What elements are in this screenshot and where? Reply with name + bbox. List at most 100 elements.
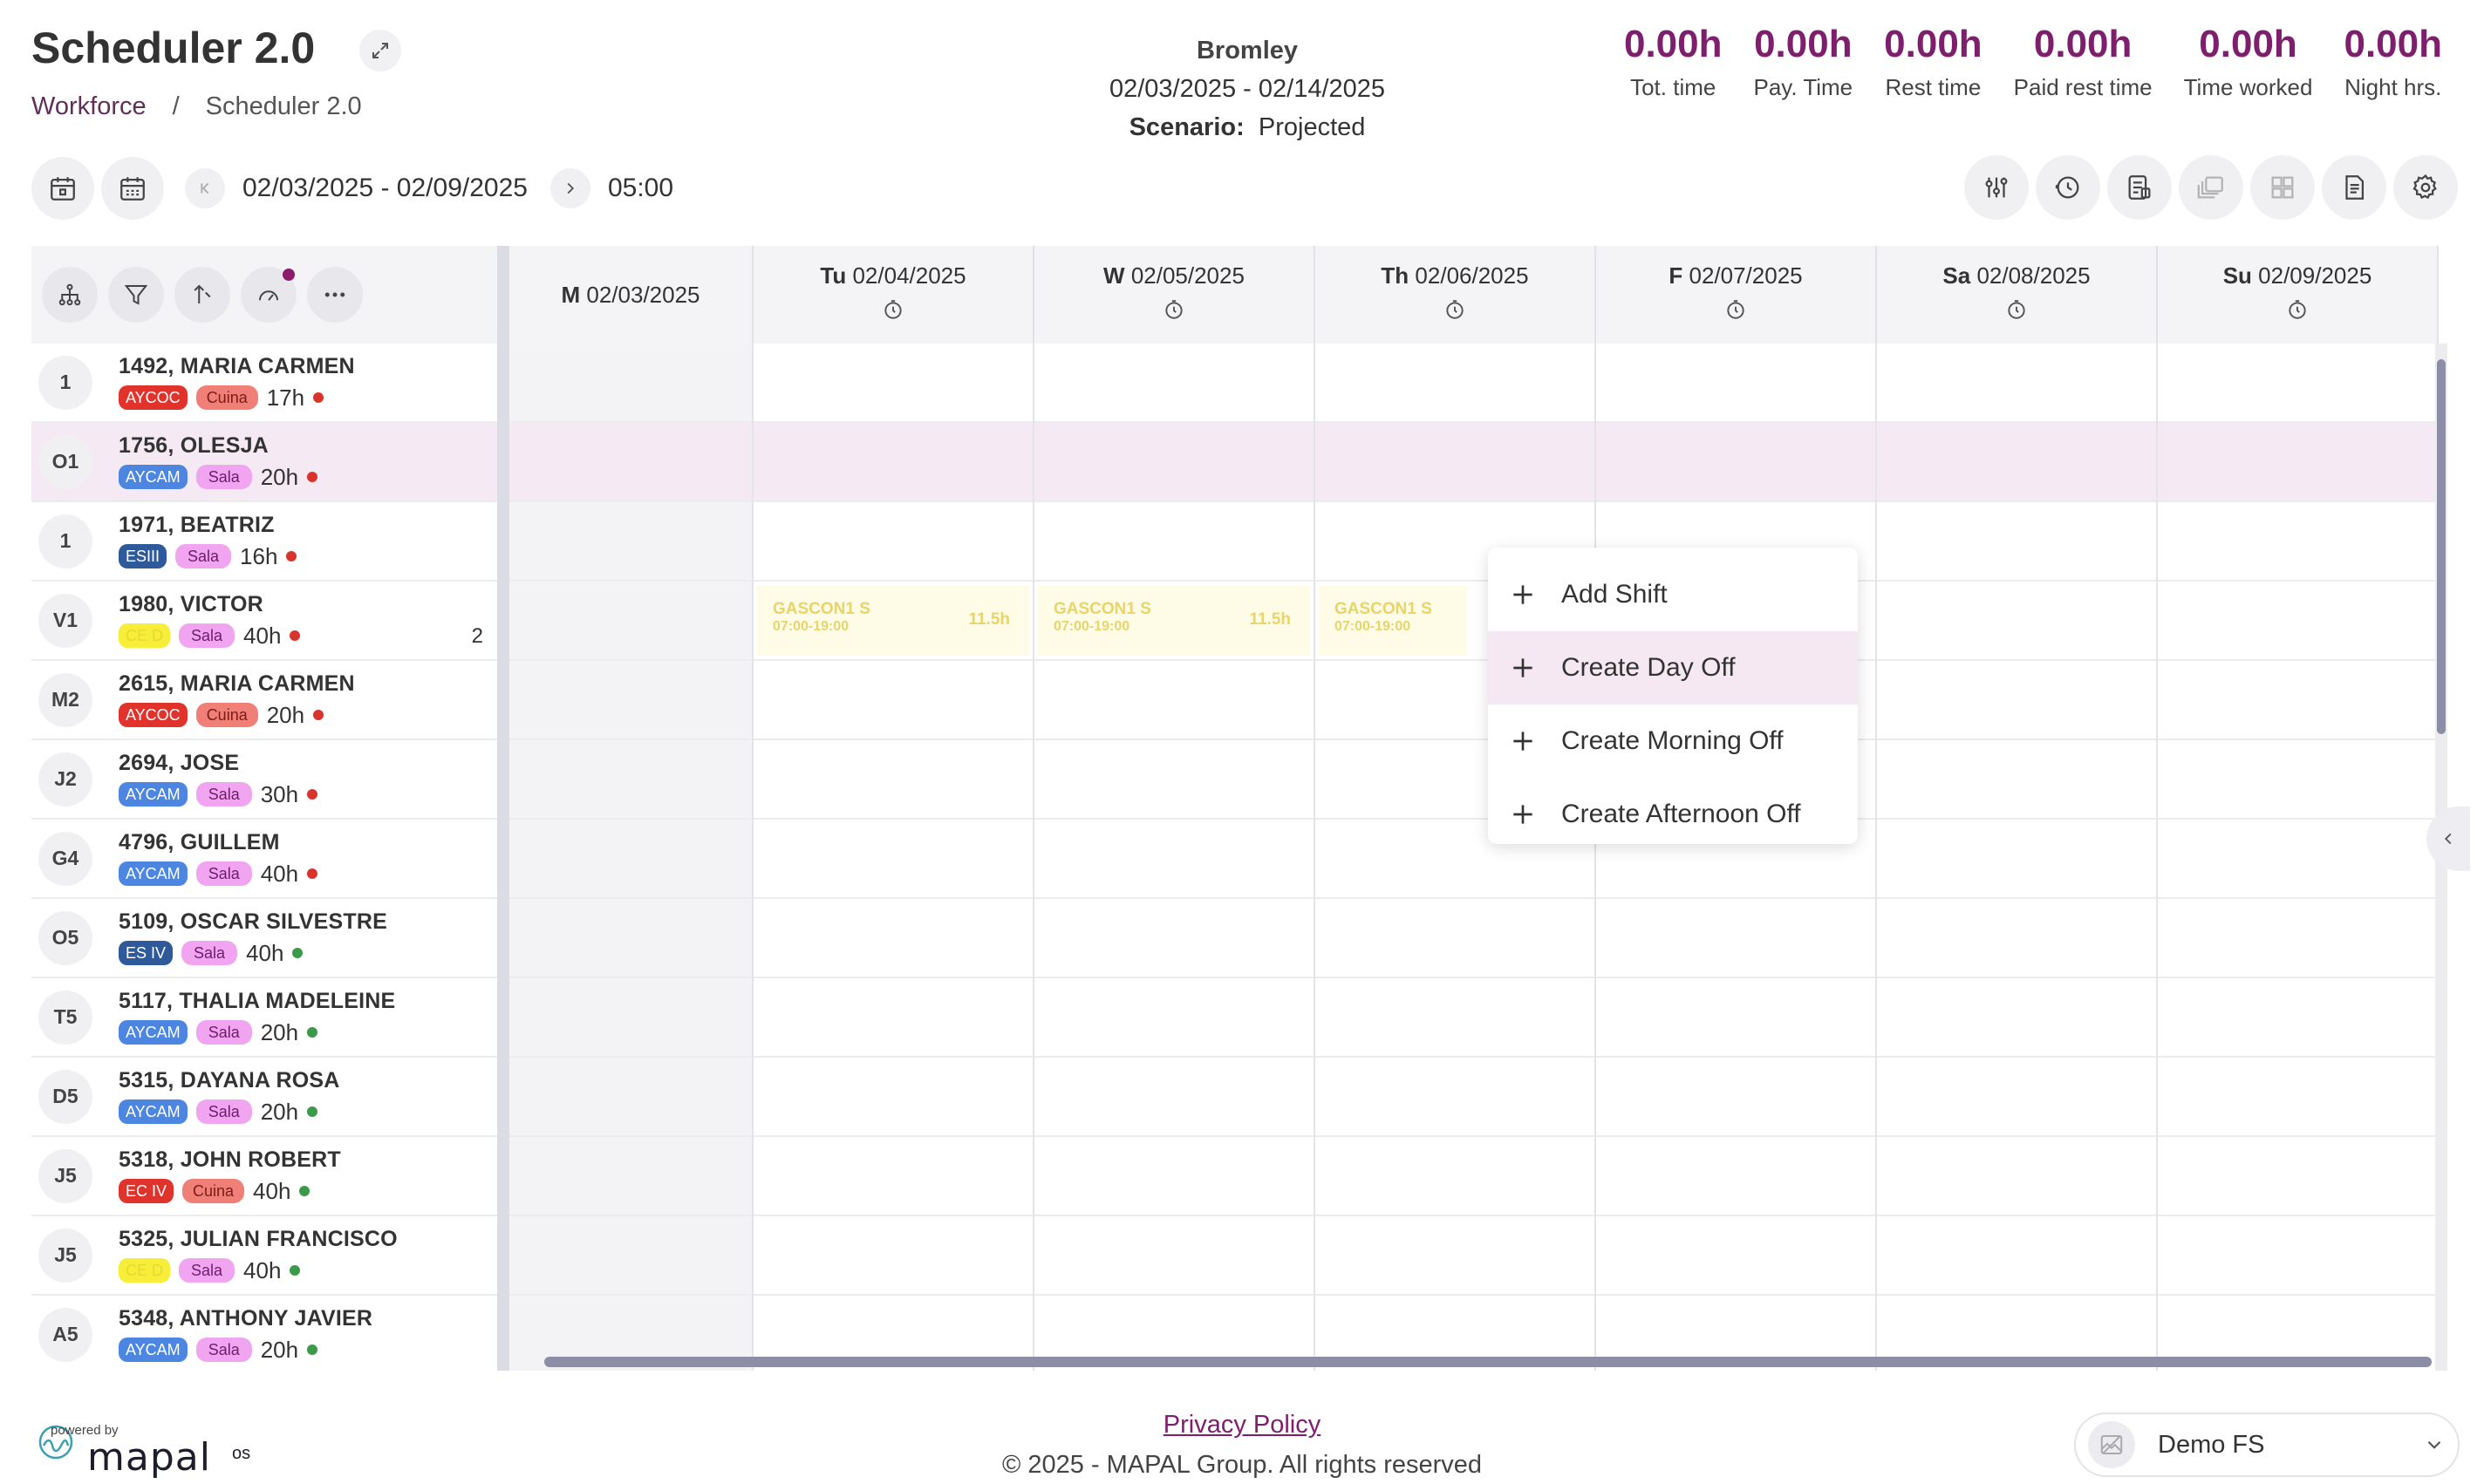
- next-week-button[interactable]: [549, 168, 590, 208]
- menu-create-afternoon-off[interactable]: Create Afternoon Off: [1488, 778, 1858, 851]
- stat-value: 0.00h: [1623, 23, 1723, 65]
- schedule-row[interactable]: [509, 661, 2439, 740]
- employee-tags: AYCOC Cuina 17h: [119, 385, 355, 412]
- performance-button[interactable]: [241, 267, 297, 323]
- schedule-row[interactable]: [509, 1058, 2439, 1137]
- status-dot: [307, 1106, 318, 1117]
- schedule-row[interactable]: [509, 899, 2439, 978]
- stat-value: 0.00h: [1754, 23, 1853, 65]
- shift-duration: 11.5h: [1249, 610, 1291, 629]
- stat-rest-time: 0.00h Rest time: [1868, 19, 1998, 105]
- employee-row[interactable]: J5 5318, JOHN ROBERT EC IV Cuina 40h: [31, 1137, 497, 1216]
- calendar-day-icon: [51, 177, 75, 201]
- employee-row[interactable]: 1 1971, BEATRIZ ESIII Sala 16h: [31, 502, 497, 582]
- company-selector[interactable]: Demo FS: [2074, 1413, 2460, 1477]
- timer-icon[interactable]: [1163, 298, 1185, 327]
- vertical-scroll-thumb[interactable]: [2437, 359, 2446, 734]
- timer-icon[interactable]: [2005, 298, 2028, 327]
- schedule-row[interactable]: [509, 820, 2439, 899]
- image-placeholder-icon: [2100, 1435, 2123, 1454]
- timer-icon[interactable]: [1724, 298, 1747, 327]
- plus-icon: [1513, 585, 1532, 604]
- day-header-th[interactable]: Th 02/06/2025: [1315, 246, 1596, 344]
- employee-row[interactable]: 1 1492, MARIA CARMEN AYCOC Cuina 17h: [31, 344, 497, 423]
- day-view-button[interactable]: [31, 157, 94, 220]
- schedule-row[interactable]: [509, 344, 2439, 423]
- employee-row[interactable]: J5 5325, JULIAN FRANCISCO CE D Sala 40h: [31, 1216, 497, 1296]
- shift-block[interactable]: GASCON1 S 07:00-19:00: [1319, 586, 1467, 656]
- panel-divider[interactable]: [497, 246, 509, 1371]
- contract-hours: 40h: [253, 1177, 291, 1204]
- filter-button[interactable]: [108, 267, 164, 323]
- stat-label: Pay. Time: [1753, 74, 1853, 100]
- menu-add-shift[interactable]: Add Shift: [1488, 558, 1858, 631]
- menu-create-morning-off[interactable]: Create Morning Off: [1488, 705, 1858, 778]
- day-header-f[interactable]: F 02/07/2025: [1596, 246, 1877, 344]
- avatar: O1: [38, 434, 92, 489]
- week-view-button[interactable]: [101, 157, 164, 220]
- timer-icon[interactable]: [2286, 298, 2309, 327]
- breadcrumb-workforce[interactable]: Workforce: [31, 92, 147, 121]
- day-header-tu[interactable]: Tu 02/04/2025: [754, 246, 1034, 344]
- employee-row[interactable]: O1 1756, OLESJA AYCAM Sala 20h: [31, 423, 497, 502]
- day-header-sa[interactable]: Sa 02/08/2025: [1877, 246, 2158, 344]
- menu-create-day-off[interactable]: Create Day Off: [1488, 631, 1858, 705]
- employee-name: 5109, OSCAR SILVESTRE: [119, 909, 387, 934]
- schedule-row[interactable]: [509, 502, 2439, 582]
- settings-button[interactable]: [2393, 155, 2458, 220]
- day-header-label: Su 02/09/2025: [2223, 262, 2372, 289]
- role-badge: CE D: [119, 1258, 171, 1283]
- employee-tags: AYCAM Sala 20h: [119, 1099, 340, 1126]
- week-range[interactable]: 02/03/2025 - 02/09/2025: [242, 174, 528, 203]
- shift-block[interactable]: GASCON1 S 07:00-19:00 11.5h: [1038, 586, 1310, 656]
- employee-row[interactable]: D5 5315, DAYANA ROSA AYCAM Sala 20h: [31, 1058, 497, 1137]
- hierarchy-button[interactable]: [42, 267, 98, 323]
- employee-row[interactable]: J2 2694, JOSE AYCAM Sala 30h: [31, 740, 497, 820]
- privacy-link-text[interactable]: Privacy Policy: [1164, 1411, 1321, 1439]
- calendar-week-icon: [120, 177, 145, 201]
- employee-tags: CE D Sala 40h: [119, 1257, 398, 1284]
- copy-button[interactable]: [2179, 155, 2243, 220]
- shift-block[interactable]: GASCON1 S 07:00-19:00 11.5h: [757, 586, 1029, 656]
- status-dot: [313, 392, 324, 403]
- expand-button[interactable]: [359, 30, 401, 71]
- history-button[interactable]: [2036, 155, 2100, 220]
- schedule-row[interactable]: [509, 423, 2439, 502]
- employee-info: 4796, GUILLEM AYCAM Sala 40h: [119, 830, 318, 888]
- timer-icon[interactable]: [882, 298, 904, 327]
- day-abbr: M: [561, 281, 581, 308]
- day-abbr: Th: [1381, 262, 1409, 289]
- employee-row[interactable]: O5 5109, OSCAR SILVESTRE ES IV Sala 40h: [31, 899, 497, 978]
- avatar: J2: [38, 752, 92, 807]
- day-header-w[interactable]: W 02/05/2025: [1034, 246, 1315, 344]
- avatar: 1: [38, 514, 92, 568]
- context-menu: Add Shift Create Day Off Create Morning …: [1488, 548, 1858, 844]
- employee-row[interactable]: G4 4796, GUILLEM AYCAM Sala 40h: [31, 820, 497, 899]
- schedule-row[interactable]: [509, 1137, 2439, 1216]
- employee-tags: AYCAM Sala 40h: [119, 861, 318, 888]
- sort-button[interactable]: [174, 267, 230, 323]
- more-options-button[interactable]: [307, 267, 363, 323]
- document-button[interactable]: [2322, 155, 2386, 220]
- schedule-row[interactable]: [509, 1216, 2439, 1296]
- timer-icon[interactable]: [1443, 298, 1466, 327]
- grid-button[interactable]: [2250, 155, 2315, 220]
- employee-row[interactable]: A5 5348, ANTHONY JAVIER AYCAM Sala 20h: [31, 1296, 497, 1371]
- employee-row[interactable]: M2 2615, MARIA CARMEN AYCOC Cuina 20h: [31, 661, 497, 740]
- schedule-row[interactable]: [509, 740, 2439, 820]
- horizontal-scroll-thumb[interactable]: [544, 1357, 2432, 1367]
- day-date: 02/05/2025: [1130, 262, 1245, 289]
- employee-row[interactable]: V1 1980, VICTOR CE D Sala 40h 2: [31, 582, 497, 661]
- role-badge: EC IV: [119, 1179, 174, 1203]
- actions-toolbar: [1964, 155, 2458, 220]
- first-page-button[interactable]: [185, 168, 225, 208]
- employee-row[interactable]: T5 5117, THALIA MADELEINE AYCAM Sala 20h: [31, 978, 497, 1058]
- day-header-m[interactable]: M 02/03/2025: [509, 246, 754, 344]
- menu-item-label: Create Day Off: [1561, 653, 1736, 682]
- filters-button[interactable]: [1964, 155, 2029, 220]
- day-header-su[interactable]: Su 02/09/2025: [2158, 246, 2439, 344]
- report-button[interactable]: [2107, 155, 2172, 220]
- day-date: 02/09/2025: [2258, 262, 2372, 289]
- stat-total-time: 0.00h Tot. time: [1608, 19, 1738, 105]
- schedule-row[interactable]: [509, 978, 2439, 1058]
